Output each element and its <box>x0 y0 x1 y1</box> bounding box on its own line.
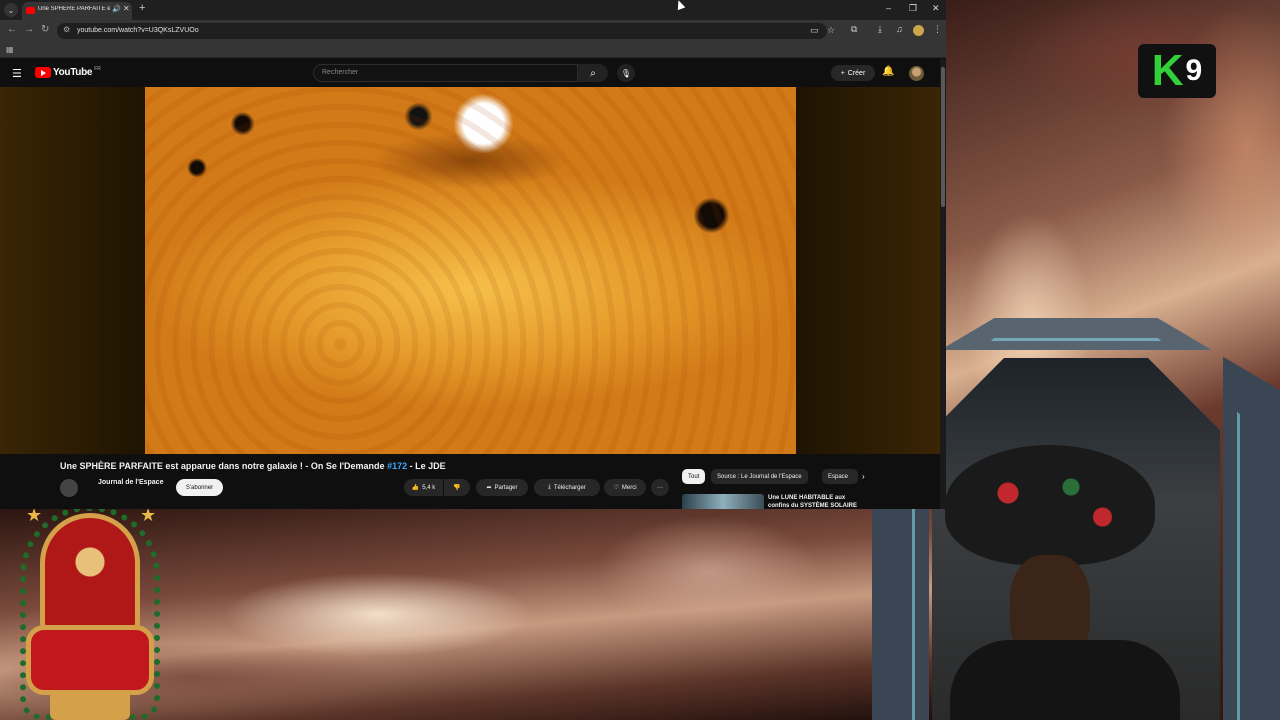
speaker-icon[interactable]: 🔊 <box>112 5 121 13</box>
k9-logo-k: K <box>1151 46 1184 95</box>
close-window-button[interactable]: ✕ <box>932 3 940 14</box>
forward-arrow-icon[interactable]: → <box>24 24 34 35</box>
super-thanks-icon: ♡ <box>613 485 619 491</box>
browser-toolbar: ← → ↻ ⚙ youtube.com/watch?v=U3QKsLZVUOo … <box>0 20 946 42</box>
search-icon: ⌕ <box>590 67 596 79</box>
bookmarks-bar: ▦ <box>0 42 946 58</box>
scrollbar-thumb[interactable] <box>941 67 945 207</box>
region-code: FR <box>94 65 101 72</box>
chip-all[interactable]: Tout <box>682 469 706 484</box>
thanks-button[interactable]: ♡ Merci <box>604 479 646 496</box>
video-title: Une SPHÈRE PARFAITE est apparue dans not… <box>60 461 446 471</box>
youtube-logo[interactable]: YouTube FR <box>35 65 101 78</box>
back-arrow-icon[interactable]: ← <box>7 24 17 35</box>
download-arrow-icon: ⤓ <box>548 484 551 490</box>
chip-space[interactable]: Espace <box>822 469 858 484</box>
video-player[interactable] <box>145 87 796 454</box>
christmas-throne-image: ★ ★ <box>20 505 160 720</box>
apps-grid-icon[interactable]: ▦ <box>6 45 14 54</box>
video-hashtag-link[interactable]: #172 <box>387 461 407 471</box>
close-tab-icon[interactable]: ✕ <box>123 4 130 13</box>
download-icon[interactable]: ⤓ <box>878 24 882 35</box>
search-field[interactable]: Rechercher <box>313 64 578 82</box>
throne-base <box>50 690 130 720</box>
youtube-header: ☰ YouTube FR Rechercher ⌕ 🎙 + Créer 🔔 <box>0 59 946 87</box>
throne-seat <box>26 625 154 695</box>
restore-button[interactable]: ❐ <box>909 3 917 14</box>
like-button[interactable]: 👍 5,4 k <box>404 479 443 496</box>
thumbs-down-icon: 👎 <box>453 485 461 491</box>
create-button[interactable]: + Créer <box>831 65 875 81</box>
search-button[interactable]: ⌕ <box>578 64 608 82</box>
subscribe-button[interactable]: S'abonner <box>176 479 223 496</box>
chevron-right-icon[interactable]: › <box>862 472 865 481</box>
share-button[interactable]: ➦ Partager <box>476 479 528 496</box>
cast-icon[interactable]: ▭ <box>810 25 819 36</box>
extensions-icon[interactable]: ⧉ <box>851 24 857 35</box>
share-icon: ➦ <box>486 485 492 491</box>
like-count: 5,4 k <box>422 484 436 491</box>
tab-strip: ⌄ Une SPHÈRE PARFAITE est 🔊 ✕ + – ❐ ✕ <box>0 0 946 20</box>
chip-source[interactable]: Source : Le Journal de l'Espace <box>711 469 808 484</box>
channel-avatar[interactable] <box>60 479 78 497</box>
voice-search-button[interactable]: 🎙 <box>617 64 635 82</box>
k9-logo-9: 9 <box>1185 54 1203 87</box>
youtube-wordmark: YouTube <box>53 67 93 78</box>
recommendation-title[interactable]: Une LUNE HABITABLE aux confins du SYSTÈM… <box>768 494 868 509</box>
page-scrollbar[interactable] <box>940 59 946 509</box>
streamer-body <box>950 640 1180 720</box>
hamburger-menu-icon[interactable]: ☰ <box>12 67 22 80</box>
throne-back <box>40 513 140 633</box>
share-label: Partager <box>494 484 518 491</box>
video-title-text: Une SPHÈRE PARFAITE est apparue dans not… <box>60 461 388 471</box>
account-avatar[interactable] <box>909 66 924 81</box>
create-label: Créer <box>847 69 866 77</box>
active-tab[interactable]: Une SPHÈRE PARFAITE est 🔊 ✕ <box>22 2 132 20</box>
more-actions-button[interactable]: ··· <box>651 479 669 496</box>
recommendation-thumbnail[interactable] <box>682 494 764 509</box>
media-control-icon[interactable]: ♫ <box>896 24 903 34</box>
address-bar[interactable]: ⚙ youtube.com/watch?v=U3QKsLZVUOo ▭ ☆ <box>57 23 835 39</box>
video-title-suffix: - Le JDE <box>407 461 446 471</box>
download-button[interactable]: ⤓ Télécharger <box>534 479 600 496</box>
download-label: Télécharger <box>553 484 586 491</box>
bookmark-star-icon[interactable]: ☆ <box>827 25 835 36</box>
streamer-hat <box>945 445 1155 565</box>
tab-search-icon[interactable]: ⌄ <box>4 3 18 17</box>
browser-menu-icon[interactable]: ⋮ <box>933 24 942 35</box>
notifications-bell-icon[interactable]: 🔔 <box>882 66 894 77</box>
reload-icon[interactable]: ↻ <box>41 24 49 35</box>
youtube-play-icon <box>35 67 51 78</box>
microphone-icon: 🎙 <box>620 68 632 78</box>
tab-title: Une SPHÈRE PARFAITE est <box>38 6 110 12</box>
channel-name[interactable]: Journal de l'Espace <box>98 479 163 486</box>
stream-scene: K 9 ★ ★ ⌄ Une SPHÈRE PARFAITE est 🔊 ✕ + … <box>0 0 1280 720</box>
site-info-icon[interactable]: ⚙ <box>63 25 70 34</box>
dislike-button[interactable]: 👎 <box>444 479 470 496</box>
k9-channel-logo: K 9 <box>1138 44 1216 98</box>
thanks-label: Merci <box>621 484 637 491</box>
thumbs-up-icon: 👍 <box>411 485 420 491</box>
url-text[interactable]: youtube.com/watch?v=U3QKsLZVUOo <box>77 27 199 34</box>
profile-avatar[interactable] <box>913 25 924 36</box>
youtube-favicon-icon <box>26 7 35 14</box>
new-tab-button[interactable]: + <box>139 2 145 14</box>
minimize-button[interactable]: – <box>886 3 891 13</box>
plus-icon: + <box>840 69 845 77</box>
search-placeholder: Rechercher <box>322 69 359 76</box>
